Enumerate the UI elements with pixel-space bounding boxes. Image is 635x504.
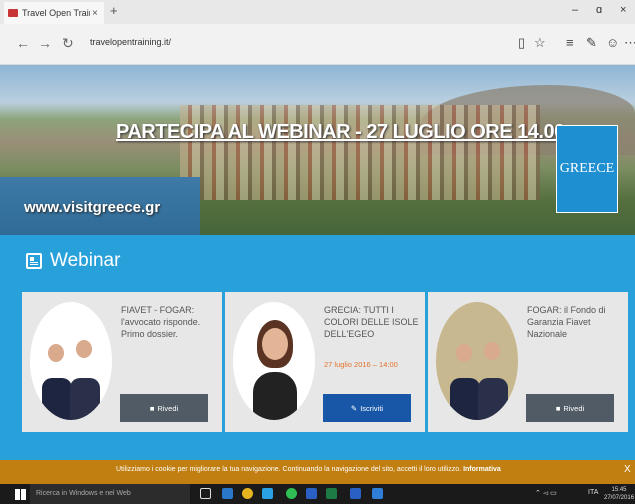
hero-village	[180, 105, 540, 200]
task-view-icon[interactable]	[200, 488, 211, 499]
video-icon: ■	[149, 403, 155, 413]
tab-close-icon[interactable]: ×	[92, 8, 98, 19]
cookie-text: Utilizziamo i cookie per migliorare la t…	[116, 466, 462, 473]
url-field[interactable]: travelopentraining.it/	[90, 37, 171, 47]
feedback-icon[interactable]: ☺	[606, 35, 619, 50]
tab-bar: Travel Open Training: cc × + – ɑ ×	[0, 0, 635, 24]
minimize-button[interactable]: –	[572, 4, 578, 16]
tray-icons[interactable]: ⌃ ◅ ▭	[535, 489, 557, 497]
webinar-card: FIAVET - FOGAR: l'avvocato risponde. Pri…	[22, 292, 222, 432]
button-label: Rivedi	[563, 403, 585, 413]
webinar-card: GRECIA: TUTTI I COLORI DELLE ISOLE DELL'…	[225, 292, 425, 432]
tab-title: Travel Open Training: cc	[22, 8, 90, 18]
maximize-button[interactable]: ɑ	[596, 4, 602, 16]
windows-start-icon[interactable]	[15, 489, 26, 500]
iscriviti-button[interactable]: ✎ Iscriviti	[323, 394, 411, 422]
clock-time: 15:45	[611, 487, 627, 493]
spotify-icon[interactable]	[286, 488, 297, 499]
rivedi-button[interactable]: ■ Rivedi	[526, 394, 614, 422]
pencil-icon: ✎	[350, 403, 358, 413]
clock-date: 27/07/2016	[604, 495, 635, 501]
card-photo	[233, 302, 315, 420]
taskbar-clock[interactable]: 15:45 27/07/2016	[604, 486, 634, 502]
button-label: Iscriviti	[360, 403, 384, 413]
card-photo	[436, 302, 518, 420]
favicon-icon	[8, 9, 18, 17]
card-photo	[30, 302, 112, 420]
store-icon[interactable]	[262, 488, 273, 499]
cookie-bar: Utilizziamo i cookie per migliorare la t…	[0, 460, 635, 484]
card-date: 27 luglio 2016 – 14:00	[324, 360, 398, 369]
language-indicator[interactable]: ITA	[588, 489, 598, 496]
button-label: Rivedi	[157, 403, 179, 413]
greece-logo: GREECE	[556, 125, 618, 213]
section-header: Webinar	[26, 250, 120, 272]
chrome-icon[interactable]	[242, 488, 253, 499]
card-title: FIAVET - FOGAR: l'avvocato risponde. Pri…	[121, 305, 201, 339]
forward-button[interactable]: →	[38, 35, 52, 51]
cookie-info-link[interactable]: Informativa	[463, 466, 501, 473]
section-title: Webinar	[50, 250, 121, 271]
file-explorer-icon[interactable]	[222, 488, 233, 499]
hero-site: www.visitgreece.gr	[24, 199, 161, 216]
web-note-icon[interactable]: ✎	[586, 35, 597, 51]
browser-window: Travel Open Training: cc × + – ɑ × ← → ↻…	[0, 0, 635, 504]
taskbar-search[interactable]: Ricerca in Windows e nel Web	[30, 484, 190, 504]
reading-view-icon[interactable]: ▯	[518, 35, 525, 51]
excel-icon[interactable]	[326, 488, 337, 499]
address-bar: ← → ↻ travelopentraining.it/ ▯ ☆ ≡ ✎ ☺ ⋯	[0, 24, 635, 65]
taskbar: Ricerca in Windows e nel Web ⌃ ◅ ▭ ITA 1…	[0, 484, 635, 504]
more-icon[interactable]: ⋯	[624, 35, 635, 51]
new-tab-button[interactable]: +	[110, 3, 118, 18]
refresh-button[interactable]: ↻	[62, 35, 74, 52]
cookie-message: Utilizziamo i cookie per migliorare la t…	[116, 466, 501, 473]
outlook-icon[interactable]	[306, 488, 317, 499]
cookie-close-button[interactable]: X	[624, 464, 631, 475]
browser-tab[interactable]: Travel Open Training: cc ×	[4, 2, 104, 24]
word-icon[interactable]	[350, 488, 361, 499]
webinar-icon	[26, 253, 42, 269]
window-close-button[interactable]: ×	[620, 4, 626, 16]
video-icon: ■	[555, 403, 561, 413]
hub-menu-icon[interactable]: ≡	[566, 35, 574, 50]
page-content: PARTECIPA AL WEBINAR - 27 LUGLIO ORE 14.…	[0, 65, 635, 460]
favorite-star-icon[interactable]: ☆	[534, 35, 546, 51]
webinar-card: FOGAR: il Fondo di Garanzia Fiavet Nazio…	[428, 292, 628, 432]
back-button[interactable]: ←	[16, 35, 30, 51]
card-title: GRECIA: TUTTI I COLORI DELLE ISOLE DELL'…	[324, 305, 419, 339]
hero-title[interactable]: PARTECIPA AL WEBINAR - 27 LUGLIO ORE 14.…	[116, 121, 565, 144]
hero-banner[interactable]: PARTECIPA AL WEBINAR - 27 LUGLIO ORE 14.…	[0, 65, 635, 235]
edge-icon[interactable]	[372, 488, 383, 499]
rivedi-button[interactable]: ■ Rivedi	[120, 394, 208, 422]
card-title: FOGAR: il Fondo di Garanzia Fiavet Nazio…	[527, 305, 606, 339]
